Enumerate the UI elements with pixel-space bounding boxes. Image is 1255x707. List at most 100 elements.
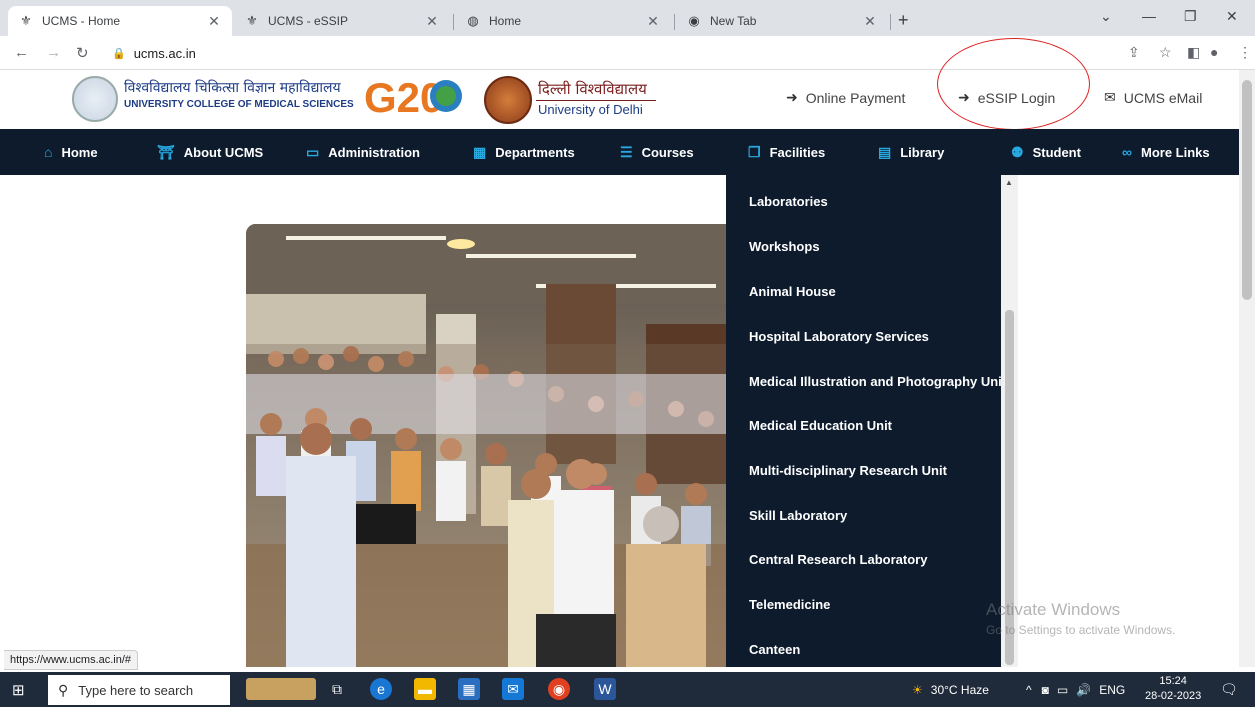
menu-item-medical-education-unit[interactable]: Medical Education Unit — [749, 418, 892, 433]
desktop-icon: ▭ — [306, 143, 320, 160]
share-icon[interactable]: ⇪ — [1128, 44, 1140, 61]
close-tab-icon[interactable]: ✕ — [862, 13, 878, 30]
tab-separator — [674, 14, 675, 30]
college-name-english: UNIVERSITY COLLEGE OF MEDICAL SCIENCES — [124, 99, 354, 110]
link-icon: ∞ — [1122, 144, 1132, 160]
book-icon: ▤ — [878, 143, 892, 160]
main-nav: ⌂ Home ⛩ About UCMS ▭ Administration ▦ Depar… — [0, 129, 1255, 175]
menu-item-canteen[interactable]: Canteen — [749, 642, 800, 657]
du-name-hindi: दिल्ली विश्वविद्यालय — [538, 80, 647, 98]
tab-new-tab[interactable]: ◉ New Tab ✕ — [676, 6, 888, 36]
du-seal-logo — [484, 76, 532, 124]
institution-icon: ⛩ — [157, 143, 175, 160]
ucms-email-link[interactable]: ✉ UCMS eMail — [1104, 89, 1202, 106]
globe-icon: ◍ — [467, 13, 479, 28]
nav-facilities[interactable]: ❐ Facilities — [748, 129, 825, 175]
menu-item-medical-illustration[interactable]: Medical Illustration and Photography Uni… — [749, 374, 1006, 389]
network-icon[interactable]: ◙ — [1042, 683, 1049, 697]
windows-start-icon[interactable]: ⊞ — [12, 681, 25, 699]
ucms-emblem-icon: ⚜ — [246, 13, 258, 28]
tray-chevron-icon[interactable]: ^ — [1026, 683, 1032, 697]
edge-icon[interactable]: e — [370, 678, 392, 700]
tab-search-icon[interactable]: ⌄ — [1100, 8, 1112, 25]
nav-home[interactable]: ⌂ Home — [44, 129, 98, 175]
g20-logo: G20 — [364, 74, 462, 121]
page-scrollbar[interactable] — [1239, 70, 1255, 667]
home-icon: ⌂ — [44, 144, 53, 160]
nav-more-links[interactable]: ∞ More Links — [1122, 129, 1210, 175]
ucms-emblem-icon: ⚜ — [20, 13, 32, 28]
hero-photo — [246, 224, 726, 667]
weather-sun-icon: ☀ — [912, 682, 923, 697]
volume-icon[interactable]: 🔊 — [1076, 683, 1091, 697]
bookmark-star-icon[interactable]: ☆ — [1159, 44, 1172, 61]
menu-item-hospital-lab-services[interactable]: Hospital Laboratory Services — [749, 329, 929, 344]
word-icon[interactable]: W — [594, 678, 616, 700]
ucms-logo-emblem[interactable] — [72, 76, 118, 122]
close-window-button[interactable]: ✕ — [1226, 8, 1238, 25]
window-icon: ❐ — [748, 143, 761, 160]
mail-icon[interactable]: ✉ — [502, 678, 524, 700]
new-tab-button[interactable]: + — [898, 10, 909, 31]
close-tab-icon[interactable]: ✕ — [645, 13, 661, 30]
profile-avatar-icon[interactable]: ● — [1210, 44, 1218, 60]
minimize-button[interactable]: — — [1142, 8, 1156, 24]
menu-kebab-icon[interactable]: ⋮ — [1238, 44, 1252, 61]
tab-ucms-home[interactable]: ⚜ UCMS - Home ✕ — [8, 6, 232, 36]
tab-separator — [453, 14, 454, 30]
system-tray-icons[interactable]: ^ ◙ ▭ 🔊 ENG — [1026, 672, 1125, 707]
nav-departments[interactable]: ▦ Departments — [473, 129, 575, 175]
du-name-english: University of Delhi — [538, 102, 643, 117]
list-icon: ☰ — [620, 143, 633, 160]
online-payment-link[interactable]: ➜ Online Payment — [786, 89, 905, 106]
chrome-icon: ◉ — [688, 13, 700, 28]
college-name-hindi: विश्वविद्यालय चिकित्सा विज्ञान महाविद्या… — [124, 80, 341, 96]
tab-ucms-essip[interactable]: ⚜ UCMS - eSSIP ✕ — [234, 6, 450, 36]
search-icon: ⚲ — [58, 681, 69, 698]
annotation-circle — [937, 38, 1090, 130]
display-icon[interactable]: ▭ — [1057, 683, 1068, 697]
nav-courses[interactable]: ☰ Courses — [620, 129, 694, 175]
forward-arrow-icon[interactable]: → — [46, 44, 61, 61]
close-tab-icon[interactable]: ✕ — [424, 13, 440, 30]
store-icon[interactable]: ▦ — [458, 678, 480, 700]
language-indicator[interactable]: ENG — [1099, 683, 1125, 697]
menu-item-animal-house[interactable]: Animal House — [749, 284, 836, 299]
windows-taskbar: ⊞ ⚲ Type here to search ⧉ e ▬ ▦ ✉ ◉ W ☀ … — [0, 672, 1255, 707]
hero-photo-image — [246, 224, 726, 667]
search-highlight-image[interactable] — [246, 678, 316, 700]
nav-about-ucms[interactable]: ⛩ About UCMS — [157, 129, 263, 175]
nav-student[interactable]: ⚉ Student — [1011, 129, 1081, 175]
task-view-icon[interactable]: ⧉ — [326, 678, 348, 700]
menu-item-workshops[interactable]: Workshops — [749, 239, 820, 254]
file-explorer-icon[interactable]: ▬ — [414, 678, 436, 700]
menu-item-laboratories[interactable]: Laboratories — [749, 194, 828, 209]
menu-item-skill-laboratory[interactable]: Skill Laboratory — [749, 508, 847, 523]
nav-administration[interactable]: ▭ Administration — [306, 129, 420, 175]
notification-icon[interactable]: 🗨 — [1220, 672, 1238, 707]
tab-separator — [890, 14, 891, 30]
scroll-up-arrow-icon[interactable]: ▲ — [1005, 178, 1013, 187]
building-icon: ▦ — [473, 143, 487, 160]
chrome-icon[interactable]: ◉ — [548, 678, 570, 700]
back-arrow-icon[interactable]: ← — [14, 44, 29, 61]
page-scroll-thumb[interactable] — [1242, 80, 1252, 300]
envelope-icon: ✉ — [1104, 89, 1116, 105]
dropdown-scrollbar[interactable]: ▲ — [1001, 175, 1018, 667]
close-tab-icon[interactable]: ✕ — [206, 13, 222, 30]
lock-icon: 🔒 — [112, 47, 126, 60]
menu-item-multidisciplinary-research[interactable]: Multi-disciplinary Research Unit — [749, 463, 947, 478]
taskbar-clock[interactable]: 15:24 28-02-2023 — [1145, 674, 1201, 704]
menu-item-telemedicine[interactable]: Telemedicine — [749, 597, 830, 612]
reload-icon[interactable]: ↻ — [76, 44, 89, 62]
restore-button[interactable]: ❐ — [1184, 8, 1197, 25]
side-panel-icon[interactable]: ◧ — [1187, 44, 1200, 61]
users-icon: ⚉ — [1011, 143, 1024, 160]
activate-windows-watermark: Activate Windows Go to Settings to activ… — [986, 600, 1176, 637]
status-bar-url: https://www.ucms.ac.in/# — [4, 650, 139, 670]
menu-item-central-research-lab[interactable]: Central Research Laboratory — [749, 552, 927, 567]
taskbar-search-box[interactable]: ⚲ Type here to search — [48, 675, 230, 705]
nav-library[interactable]: ▤ Library — [878, 129, 944, 175]
weather-widget[interactable]: ☀ 30°C Haze — [912, 672, 989, 707]
tab-home[interactable]: ◍ Home ✕ — [455, 6, 671, 36]
